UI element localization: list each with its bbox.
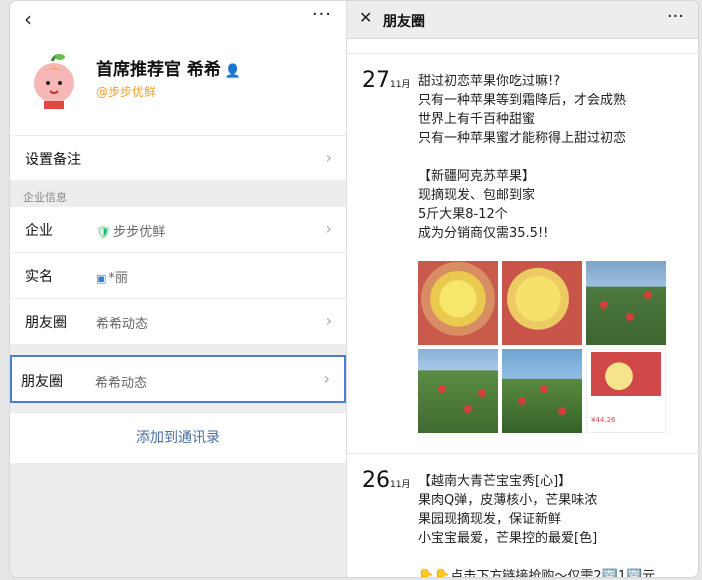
post[interactable]: 2711月 甜过初恋苹果你吃过嘛!? 只有一种苹果等到霜降后，才会成熟 世界上有…	[347, 53, 698, 453]
product-card[interactable]: ¥44.26	[586, 349, 666, 433]
post-date: 2611月	[362, 468, 411, 493]
moments-title: 朋友圈	[383, 14, 425, 30]
moments-panel: ✕ 朋友圈 ··· 2711月 甜过初恋苹果你吃过嘛!? 只有一种苹果等到霜降后…	[347, 1, 698, 577]
realname-value: ▣ *丽	[96, 271, 128, 286]
contact-topbar: ‹ ···	[10, 1, 346, 37]
contact-panel: ‹ ··· 首席推荐官 希希 👤 @步步优鲜 设置备注 › 企业信息 企业 🛡 …	[10, 1, 347, 577]
remark-row[interactable]: 设置备注 ›	[10, 135, 346, 181]
contact-org: @步步优鲜	[96, 85, 157, 99]
company-row[interactable]: 企业 🛡 步步优鲜 ›	[10, 207, 346, 253]
post-image[interactable]	[502, 261, 582, 345]
contact-name-text: 首席推荐官 希希	[96, 60, 221, 80]
contact-name: 首席推荐官 希希 👤	[96, 55, 241, 80]
moments-value: 希希动态	[95, 376, 148, 391]
post-date: 2711月	[362, 68, 411, 93]
add-to-contacts-button[interactable]: 添加到通讯录	[10, 413, 346, 463]
post-image[interactable]	[502, 349, 582, 433]
close-icon[interactable]: ✕	[359, 8, 372, 27]
moments-feed[interactable]: 2711月 甜过初恋苹果你吃过嘛!? 只有一种苹果等到霜降后，才会成熟 世界上有…	[347, 53, 698, 577]
post-text: 【越南大青芒宝宝秀[心]】 果肉Q弹，皮薄核小，芒果味浓 果园现摘现发，保证新鲜…	[418, 474, 656, 578]
more-icon[interactable]: ···	[312, 4, 332, 25]
chevron-right-icon: ›	[325, 148, 332, 167]
realname-row: 实名 ▣ *丽	[10, 253, 346, 299]
realname-label: 实名	[25, 269, 53, 285]
chevron-right-icon: ›	[325, 219, 332, 238]
moments-topbar: ✕ 朋友圈 ···	[347, 1, 698, 39]
post-image[interactable]	[586, 261, 666, 345]
more-icon[interactable]: ···	[667, 6, 684, 27]
section-title: 企业信息	[10, 181, 346, 207]
product-image	[591, 352, 661, 396]
post-image[interactable]	[418, 261, 498, 345]
shield-icon: 🛡	[96, 225, 112, 239]
chevron-right-icon: ›	[323, 369, 330, 388]
post-image[interactable]	[418, 349, 498, 433]
post-text: 甜过初恋苹果你吃过嘛!? 只有一种苹果等到霜降后，才会成熟 世界上有千百种甜蜜 …	[418, 74, 627, 241]
avatar[interactable]	[26, 51, 82, 111]
remark-label: 设置备注	[25, 152, 81, 168]
chevron-right-icon: ›	[325, 311, 332, 330]
moments-value: 希希动态	[96, 317, 149, 332]
post[interactable]: 2611月 【越南大青芒宝宝秀[心]】 果肉Q弹，皮薄核小，芒果味浓 果园现摘现…	[347, 453, 698, 578]
moments-row[interactable]: 朋友圈 希希动态 ›	[10, 299, 346, 345]
post-image-grid: ¥44.26	[418, 261, 698, 433]
id-card-icon: ▣	[96, 272, 107, 285]
moments-label: 朋友圈	[21, 374, 63, 390]
moments-label: 朋友圈	[25, 315, 67, 331]
product-price: ¥44.26	[591, 416, 616, 424]
profile-header: 首席推荐官 希希 👤 @步步优鲜	[10, 37, 346, 135]
app-window: ‹ ··· 首席推荐官 希希 👤 @步步优鲜 设置备注 › 企业信息 企业 🛡 …	[9, 0, 699, 578]
moments-row-selected[interactable]: 朋友圈 希希动态 ›	[10, 355, 346, 403]
company-label: 企业	[25, 223, 53, 239]
company-value: 🛡 步步优鲜	[96, 225, 166, 240]
person-icon: 👤	[224, 64, 242, 79]
back-icon[interactable]: ‹	[24, 7, 32, 31]
